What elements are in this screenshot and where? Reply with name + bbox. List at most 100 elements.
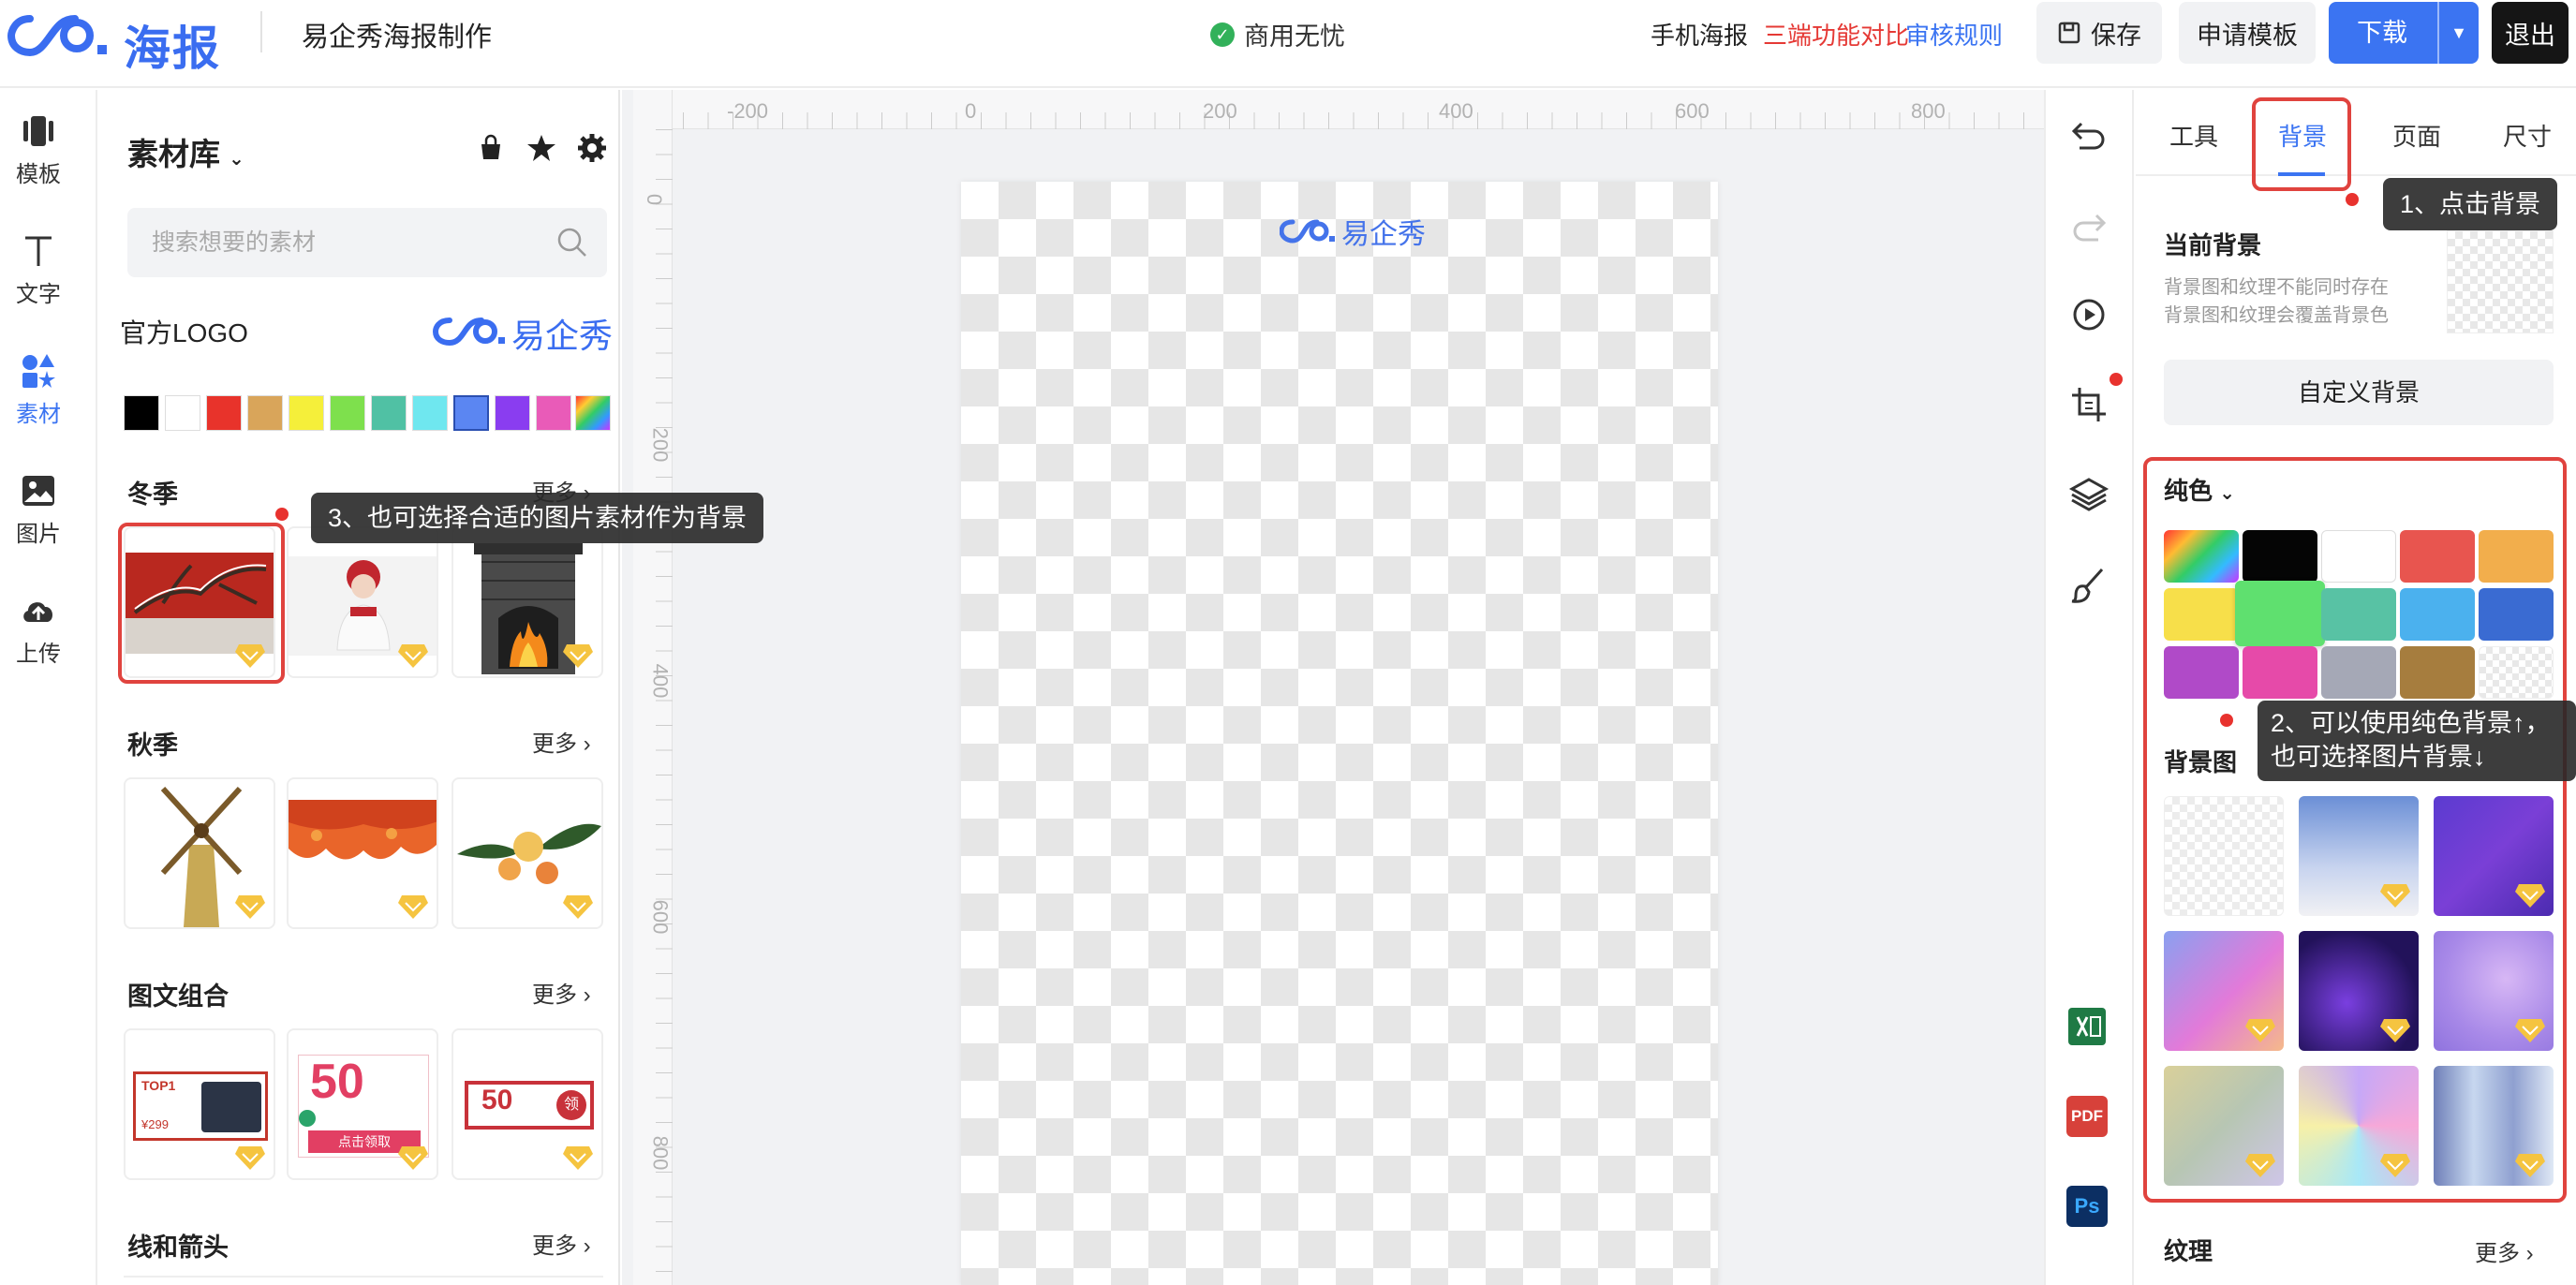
- bg-image-none[interactable]: [2164, 796, 2284, 916]
- swatch-white[interactable]: [165, 395, 200, 431]
- material-thumb[interactable]: [124, 777, 275, 929]
- ruler-label: 800: [1911, 99, 1946, 123]
- official-logo-item[interactable]: 易企秀: [433, 309, 620, 355]
- commercial-badge[interactable]: ✓ 商用无忧: [1210, 16, 1345, 52]
- material-thumb[interactable]: 50 领: [452, 1028, 603, 1180]
- color-rainbow[interactable]: [2164, 530, 2239, 583]
- swatch-blue[interactable]: [453, 395, 489, 431]
- mobile-poster-link[interactable]: 手机海报: [1651, 17, 1748, 52]
- swatch-pink[interactable]: [536, 395, 571, 431]
- color-red[interactable]: [2400, 530, 2475, 583]
- search-icon[interactable]: [556, 227, 588, 258]
- swatch-teal[interactable]: [371, 395, 407, 431]
- nav-image[interactable]: 图片: [0, 472, 77, 548]
- swatch-yellow[interactable]: [289, 395, 324, 431]
- material-thumb[interactable]: [287, 526, 438, 678]
- solid-color-dropdown[interactable]: 纯色 ⌄: [2164, 472, 2235, 507]
- gear-icon[interactable]: [577, 133, 607, 163]
- bg-image-item[interactable]: [2434, 796, 2554, 916]
- tooltip-step1: 1、点击背景: [2383, 178, 2558, 230]
- more-link[interactable]: 更多 ›: [532, 1227, 591, 1260]
- tab-size[interactable]: 尺寸: [2503, 118, 2552, 153]
- save-button[interactable]: 保存: [2036, 2, 2162, 64]
- color-gray[interactable]: [2321, 646, 2396, 699]
- nav-label: 图片: [16, 522, 61, 547]
- exit-button[interactable]: 退出: [2492, 2, 2569, 64]
- bg-image-item[interactable]: [2434, 931, 2554, 1051]
- swatch-black[interactable]: [124, 395, 159, 431]
- color-sky[interactable]: [2400, 588, 2475, 641]
- brand-logo[interactable]: 海报: [7, 9, 232, 75]
- crop-icon[interactable]: [2068, 384, 2110, 425]
- custom-background-button[interactable]: 自定义背景: [2164, 360, 2554, 425]
- material-thumb[interactable]: [452, 777, 603, 929]
- color-blue[interactable]: [2479, 588, 2554, 641]
- annotation-dot: [2346, 193, 2359, 206]
- tab-tools[interactable]: 工具: [2169, 118, 2218, 153]
- bg-image-item[interactable]: [2299, 931, 2419, 1051]
- annotation-dot: [275, 508, 289, 521]
- nav-template[interactable]: 模板: [0, 112, 77, 188]
- current-bg-preview[interactable]: [2447, 230, 2554, 333]
- texture-more-link[interactable]: 更多 ›: [2475, 1234, 2534, 1267]
- redo-icon[interactable]: [2068, 206, 2110, 247]
- brush-icon[interactable]: [2068, 564, 2110, 605]
- layers-icon[interactable]: [2068, 474, 2110, 515]
- swatch-red[interactable]: [206, 395, 242, 431]
- review-rules-link[interactable]: 审核规则: [1905, 17, 2003, 52]
- material-thumb[interactable]: TOP1 ¥299: [124, 1028, 275, 1180]
- color-teal[interactable]: [2321, 588, 2396, 641]
- material-thumb[interactable]: 50 点击领取: [287, 1028, 438, 1180]
- more-link[interactable]: 更多 ›: [532, 725, 591, 758]
- search-input[interactable]: [152, 208, 545, 277]
- more-link[interactable]: 更多 ›: [532, 976, 591, 1009]
- play-icon[interactable]: [2068, 294, 2110, 335]
- nav-material[interactable]: 素材: [0, 352, 77, 428]
- material-library-dropdown[interactable]: 素材库 ⌄: [127, 129, 244, 174]
- color-pink[interactable]: [2243, 646, 2317, 699]
- tab-page[interactable]: 页面: [2392, 118, 2441, 153]
- material-thumb[interactable]: [287, 777, 438, 929]
- photoshop-icon[interactable]: Ps: [2066, 1186, 2108, 1227]
- sweater-shape: [201, 1082, 261, 1132]
- download-button[interactable]: 下载 ▼: [2329, 2, 2479, 64]
- bg-image-title: 背景图: [2164, 748, 2238, 776]
- star-icon[interactable]: [526, 133, 556, 163]
- bg-image-item[interactable]: [2164, 1066, 2284, 1186]
- swatch-rainbow[interactable]: [575, 395, 611, 431]
- color-transparent[interactable]: [2479, 646, 2554, 699]
- material-thumb[interactable]: [452, 526, 603, 678]
- color-purple[interactable]: [2164, 646, 2239, 699]
- nav-text[interactable]: 文字: [0, 232, 77, 308]
- color-green[interactable]: [2235, 581, 2325, 646]
- poster-canvas[interactable]: 易企秀: [961, 182, 1718, 1285]
- bg-image-item[interactable]: [2434, 1066, 2554, 1186]
- color-orange[interactable]: [2479, 530, 2554, 583]
- nav-upload[interactable]: 上传: [0, 592, 77, 668]
- color-yellow[interactable]: [2164, 588, 2239, 641]
- nav-label: 素材: [16, 402, 61, 427]
- ruler-label: 200: [648, 427, 673, 463]
- swatch-tan[interactable]: [247, 395, 283, 431]
- swatch-purple[interactable]: [495, 395, 530, 431]
- swatch-cyan[interactable]: [412, 395, 448, 431]
- bg-image-item[interactable]: [2299, 796, 2419, 916]
- apply-template-button[interactable]: 申请模板: [2179, 2, 2316, 64]
- excel-icon[interactable]: [2065, 1004, 2110, 1049]
- swatch-green[interactable]: [330, 395, 365, 431]
- chevron-down-icon[interactable]: ▼: [2439, 2, 2479, 64]
- poster-logo[interactable]: 易企秀: [1280, 210, 1426, 253]
- color-brown[interactable]: [2400, 646, 2475, 699]
- compare-link[interactable]: 三端功能对比: [1763, 17, 1909, 52]
- nav-label: 上传: [16, 642, 61, 667]
- color-black[interactable]: [2243, 530, 2317, 583]
- bg-image-item[interactable]: [2164, 931, 2284, 1051]
- vip-diamond-icon: [2515, 1154, 2545, 1177]
- bg-image-item[interactable]: [2299, 1066, 2419, 1186]
- undo-icon[interactable]: [2068, 114, 2110, 155]
- color-white[interactable]: [2321, 530, 2396, 583]
- material-search-box[interactable]: [127, 208, 607, 277]
- bag-icon[interactable]: [476, 133, 506, 163]
- ruler-horizontal: [633, 90, 2044, 129]
- pdf-icon[interactable]: PDF: [2066, 1096, 2108, 1137]
